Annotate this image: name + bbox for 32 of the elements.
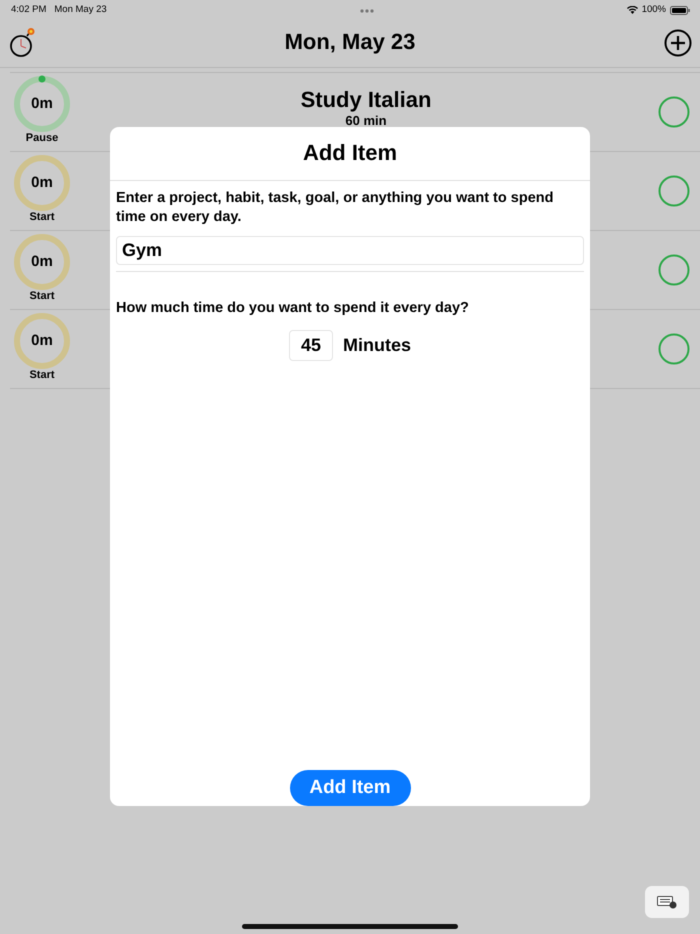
unit-label: Minutes bbox=[342, 334, 411, 357]
progress-ring[interactable] bbox=[13, 154, 71, 212]
multitask-dots-icon[interactable] bbox=[360, 8, 374, 12]
elapsed-time: 0m bbox=[31, 252, 53, 272]
status-time: 4:02 PM bbox=[11, 3, 46, 18]
pause-label[interactable]: Pause bbox=[26, 133, 58, 144]
elapsed-time: 0m bbox=[31, 330, 53, 351]
progress-ring[interactable] bbox=[13, 75, 71, 133]
prompt-text: Enter a project, habit, task, goal, or anything you want to spend time on every day. bbox=[116, 189, 554, 227]
stopwatch-icon[interactable] bbox=[8, 26, 36, 58]
start-label[interactable]: Start bbox=[29, 291, 55, 302]
progress-ring[interactable] bbox=[13, 233, 71, 291]
item-duration: 60 min bbox=[345, 114, 387, 127]
start-label[interactable]: Start bbox=[29, 370, 55, 381]
keyboard-icon bbox=[657, 896, 677, 908]
date-title: Mon, May 23 bbox=[284, 29, 416, 56]
battery-icon bbox=[670, 6, 690, 15]
time-question: How much time do you want to spend it every day? bbox=[116, 271, 584, 320]
wifi-icon bbox=[626, 6, 638, 14]
dialog-title: Add Item bbox=[110, 127, 590, 181]
item-title: Study Italian bbox=[300, 89, 432, 111]
status-date: Mon May 23 bbox=[54, 3, 107, 18]
minutes-field[interactable]: 45 bbox=[288, 330, 333, 361]
progress-ring[interactable] bbox=[13, 312, 71, 370]
keyboard-button[interactable] bbox=[645, 886, 689, 918]
add-icon[interactable] bbox=[664, 28, 692, 56]
add-item-button[interactable]: Add Item bbox=[290, 770, 410, 806]
start-label[interactable]: Start bbox=[29, 212, 55, 223]
elapsed-time: 0m bbox=[31, 172, 53, 193]
name-field[interactable]: Gym bbox=[116, 236, 584, 265]
battery-percent: 100% bbox=[642, 3, 666, 18]
elapsed-time: 0m bbox=[31, 94, 53, 114]
